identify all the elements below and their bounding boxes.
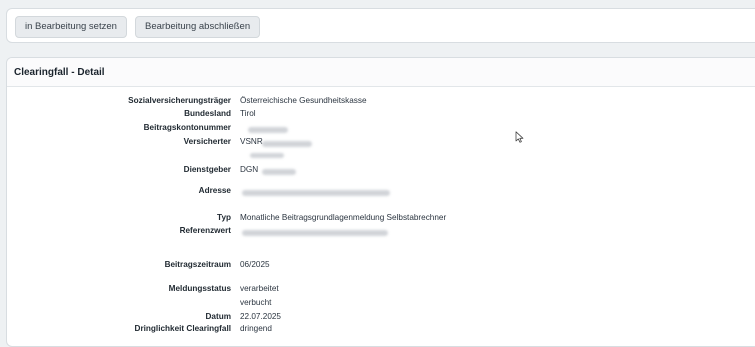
value-versicherter-prefix: VSNR bbox=[240, 137, 263, 146]
redacted-referenzwert bbox=[242, 230, 388, 236]
value-dringlichkeit-clearingfall: dringend bbox=[240, 324, 272, 333]
value-datum: 22.07.2025 bbox=[240, 312, 281, 321]
label-bundesland: Bundesland bbox=[184, 109, 231, 118]
value-sozialversicherungstraeger: Österreichische Gesundheitskasse bbox=[240, 96, 367, 105]
label-typ: Typ bbox=[217, 213, 231, 222]
value-dienstgeber-prefix: DGN bbox=[240, 165, 259, 174]
label-beitragszeitraum: Beitragszeitraum bbox=[164, 260, 231, 269]
label-referenzwert: Referenzwert bbox=[179, 226, 231, 235]
label-dienstgeber: Dienstgeber bbox=[183, 165, 231, 174]
redacted-versicherter-line2 bbox=[250, 153, 284, 158]
label-versicherter: Versicherter bbox=[183, 137, 231, 146]
value-bundesland: Tirol bbox=[240, 109, 256, 118]
value-meldungsstatus-1: verarbeitet bbox=[240, 284, 279, 293]
label-dringlichkeit-clearingfall: Dringlichkeit Clearingfall bbox=[134, 324, 231, 333]
label-adresse: Adresse bbox=[198, 186, 231, 195]
label-meldungsstatus: Meldungsstatus bbox=[168, 284, 231, 293]
label-sozialversicherungstraeger: Sozialversicherungsträger bbox=[128, 96, 231, 105]
redacted-dienstgeber bbox=[262, 169, 296, 175]
value-beitragszeitraum: 06/2025 bbox=[240, 260, 270, 269]
redacted-beitragskontonummer bbox=[248, 127, 288, 133]
value-typ: Monatliche Beitragsgrundlagenmeldung Sel… bbox=[240, 213, 447, 222]
label-datum: Datum bbox=[205, 312, 231, 321]
bearbeitung-abschliessen-button[interactable]: Bearbeitung abschließen bbox=[135, 16, 261, 38]
label-beitragskontonummer: Beitragskontonummer bbox=[143, 123, 231, 132]
mouse-pointer-icon bbox=[515, 131, 524, 143]
toolbar: in Bearbeitung setzen Bearbeitung abschl… bbox=[6, 8, 755, 43]
in-bearbeitung-setzen-button[interactable]: in Bearbeitung setzen bbox=[15, 16, 127, 38]
panel-title: Clearingfall - Detail bbox=[7, 58, 755, 87]
redacted-adresse bbox=[242, 190, 390, 196]
value-meldungsstatus-2: verbucht bbox=[240, 298, 272, 307]
redacted-versicherter bbox=[262, 141, 312, 147]
